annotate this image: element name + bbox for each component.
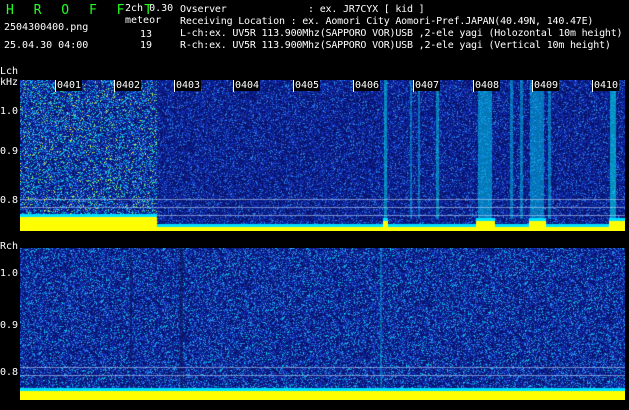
date-time: 25.04.30 04:00 <box>4 40 89 51</box>
hour-label: 0407 <box>414 80 441 91</box>
hour-label: 0405 <box>294 80 321 91</box>
hour-label: 0408 <box>474 80 501 91</box>
location-info: Receiving Location : ex. Aomori City Aom… <box>180 16 594 27</box>
rch-tick-0-8: 0.8 <box>0 367 19 378</box>
rch-info: R-ch:ex. UV5R 113.900Mhz(SAPPORO VOR)USB… <box>180 40 611 51</box>
rch-spectrogram <box>20 248 625 400</box>
file-name: 2504300400.png <box>4 22 89 33</box>
mode-label: 2ch 0.30 <box>125 3 174 14</box>
rch-axis-label: Rch <box>0 241 19 252</box>
lch-tick-1-0: 1.0 <box>0 106 19 117</box>
observer-info: Ovserver : ex. JR7CYX [ kid ] <box>180 4 425 15</box>
hour-label: 0402 <box>115 80 142 91</box>
meteor-label: meteor <box>125 15 162 26</box>
meteor-count-r: 19 <box>140 40 153 51</box>
lch-tick-0-8: 0.8 <box>0 195 19 206</box>
khz-axis-label: kHz <box>0 77 19 88</box>
hour-label: 0403 <box>175 80 202 91</box>
lch-tick-0-9: 0.9 <box>0 146 19 157</box>
lch-spectrogram <box>20 80 625 231</box>
lch-axis-label: Lch <box>0 66 19 77</box>
hour-label: 0404 <box>234 80 261 91</box>
hour-label: 0410 <box>593 80 620 91</box>
lch-info: L-ch:ex. UV5R 113.900Mhz(SAPPORO VOR)USB… <box>180 28 623 39</box>
rch-tick-1-0: 1.0 <box>0 268 19 279</box>
hour-label: 0406 <box>354 80 381 91</box>
meteor-count-l: 13 <box>140 29 153 40</box>
rch-tick-0-9: 0.9 <box>0 320 19 331</box>
hour-label: 0401 <box>56 80 83 91</box>
hour-label: 0409 <box>533 80 560 91</box>
